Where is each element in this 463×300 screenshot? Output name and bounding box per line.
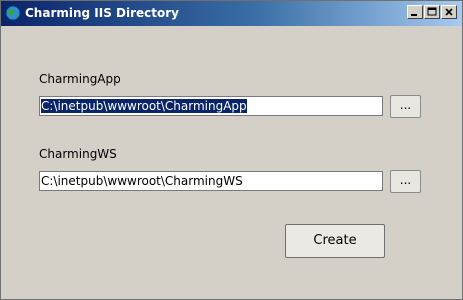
window-title: Charming IIS Directory [25, 6, 180, 20]
charming-app-browse-button[interactable]: ... [390, 95, 421, 118]
create-button[interactable]: Create [285, 224, 385, 258]
charming-ws-path-input[interactable]: C:\inetpub\wwwroot\CharmingWS [39, 171, 383, 191]
charming-app-label: CharmingApp [39, 72, 121, 86]
charming-ws-label: CharmingWS [39, 147, 117, 161]
close-button[interactable] [441, 5, 457, 19]
app-globe-icon [5, 5, 21, 21]
dialog-window: Charming IIS Directory CharmingApp C:\in… [0, 0, 463, 300]
close-icon [445, 8, 453, 16]
minimize-button[interactable] [407, 5, 423, 19]
minimize-icon [411, 14, 417, 16]
charming-app-path-value: C:\inetpub\wwwroot\CharmingApp [41, 99, 247, 113]
title-bar[interactable]: Charming IIS Directory [1, 1, 462, 26]
charming-app-path-input[interactable]: C:\inetpub\wwwroot\CharmingApp [39, 96, 383, 116]
charming-ws-path-value: C:\inetpub\wwwroot\CharmingWS [41, 174, 243, 188]
charming-ws-browse-button[interactable]: ... [390, 170, 421, 193]
maximize-button[interactable] [424, 5, 440, 19]
maximize-icon [427, 7, 437, 16]
